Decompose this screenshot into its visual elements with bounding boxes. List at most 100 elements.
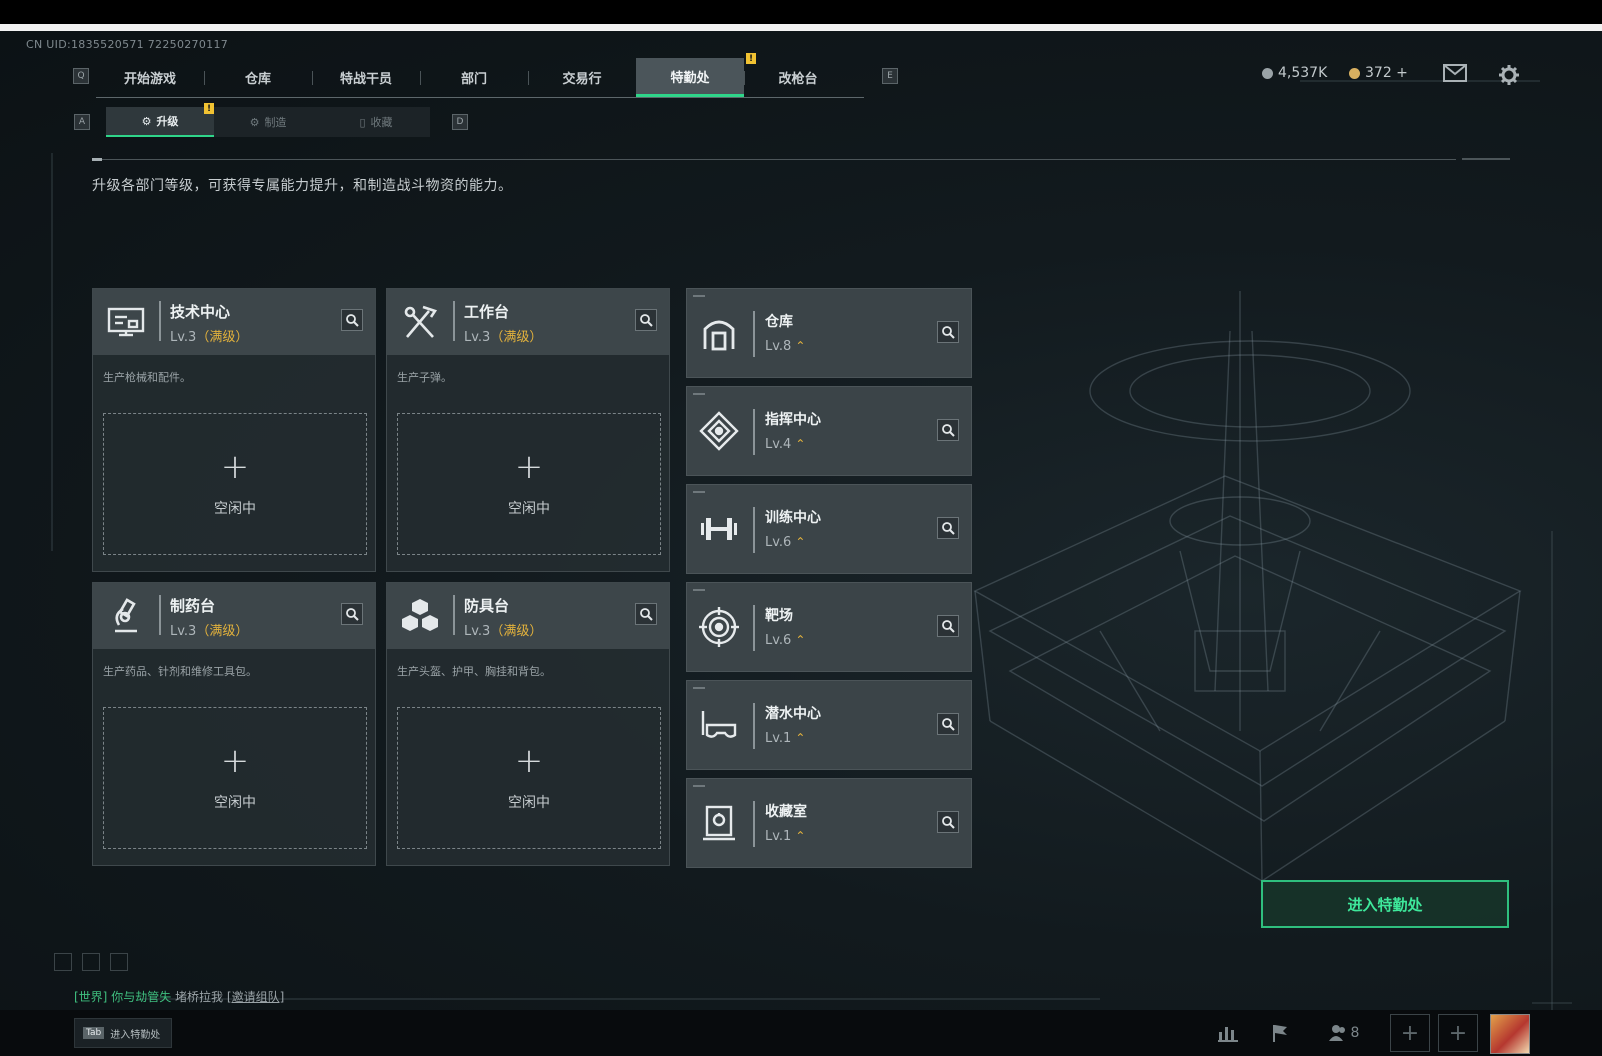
search-icon[interactable]: [937, 713, 959, 735]
add-slot-button[interactable]: +: [1438, 1014, 1478, 1052]
facility-title: 仓库: [765, 314, 793, 330]
plus-icon: +: [220, 741, 250, 781]
tab-gunsmith[interactable]: 改枪台: [744, 58, 852, 97]
facility-level: Lv.4 ⌃: [765, 437, 806, 452]
monitor-icon: [105, 301, 147, 343]
search-icon[interactable]: [937, 321, 959, 343]
main-tab-bar: 开始游戏 仓库 特战干员 部门 交易行 特勤处 改枪台: [96, 58, 864, 98]
idle-slot[interactable]: + 空闲中: [103, 707, 367, 849]
search-icon[interactable]: [937, 615, 959, 637]
upgrade-arrow-icon: ⌃: [795, 535, 806, 549]
subtab-upgrade-label: 升级: [156, 115, 179, 128]
search-icon[interactable]: [937, 517, 959, 539]
card-header: 工作台 Lv.3（满级）: [387, 289, 669, 355]
facility-level: Lv.6 ⌃: [765, 633, 806, 648]
target-icon: [699, 607, 739, 647]
tab-start-game[interactable]: 开始游戏: [96, 58, 204, 97]
facility-training-center[interactable]: 训练中心 Lv.6 ⌃: [686, 484, 972, 574]
tab-special-ops[interactable]: 特勤处: [636, 58, 744, 97]
facility-separator: [753, 801, 755, 847]
facility-separator: [753, 605, 755, 651]
subtab-collect-label: 收藏: [370, 116, 393, 129]
friends-icon: [1328, 1025, 1345, 1041]
corner-tick: [693, 393, 705, 395]
armor-icon: [399, 595, 441, 637]
currency-silver[interactable]: 4,537K: [1262, 65, 1327, 81]
mail-icon[interactable]: [1443, 64, 1467, 87]
slot-square: [54, 953, 72, 971]
next-tab-key[interactable]: E: [882, 68, 898, 84]
idle-slot[interactable]: + 空闲中: [397, 413, 661, 555]
next-subtab-key[interactable]: D: [452, 114, 468, 130]
search-icon[interactable]: [341, 309, 363, 331]
facility-diving-center[interactable]: 潜水中心 Lv.1 ⌃: [686, 680, 972, 770]
tab-alert-badge: !: [746, 53, 756, 64]
facility-title: 训练中心: [765, 510, 821, 526]
card-separator: [453, 595, 455, 635]
currency-gold[interactable]: 372 +: [1349, 65, 1408, 81]
invite-team-link[interactable]: [邀请组队]: [227, 990, 284, 1004]
card-title: 工作台: [464, 303, 510, 321]
page-description: 升级各部门等级，可获得专属能力提升，和制造战斗物资的能力。: [92, 178, 513, 194]
corner-tick: [693, 589, 705, 591]
prev-subtab-key[interactable]: A: [74, 114, 90, 130]
chat-message: 堵桥拉我: [175, 990, 224, 1004]
max-level-tag: （满级）: [196, 624, 249, 639]
card-title: 制药台: [170, 597, 216, 615]
tab-warehouse[interactable]: 仓库: [204, 58, 312, 97]
chat-sender[interactable]: 你与劫管失: [111, 990, 171, 1004]
search-icon[interactable]: [937, 419, 959, 441]
facility-title: 收藏室: [765, 804, 807, 820]
card-separator: [159, 595, 161, 635]
stats-icon[interactable]: [1213, 1020, 1243, 1046]
prev-tab-key[interactable]: Q: [73, 68, 89, 84]
tab-departments[interactable]: 部门: [420, 58, 528, 97]
card-tech-center: 技术中心 Lv.3（满级） 生产枪械和配件。 + 空闲中: [92, 288, 376, 572]
facility-warehouse[interactable]: 仓库 Lv.8 ⌃: [686, 288, 972, 378]
max-level-tag: （满级）: [196, 330, 249, 345]
facility-command-center[interactable]: 指挥中心 Lv.4 ⌃: [686, 386, 972, 476]
avatar[interactable]: [1490, 1014, 1530, 1054]
search-icon[interactable]: [937, 811, 959, 833]
enter-special-ops-button[interactable]: 进入特勤处: [1261, 880, 1509, 928]
card-workbench: 工作台 Lv.3（满级） 生产子弹。 + 空闲中: [386, 288, 670, 572]
facility-shooting-range[interactable]: 靶场 Lv.6 ⌃: [686, 582, 972, 672]
card-level: Lv.3（满级）: [170, 624, 249, 639]
idle-slot[interactable]: + 空闲中: [103, 413, 367, 555]
command-icon: [699, 411, 739, 451]
diving-icon: [699, 705, 739, 745]
search-icon[interactable]: [635, 603, 657, 625]
sub-tab-bar: ⚙ 升级 ⚙ 制造 ▯ 收藏: [106, 107, 430, 137]
upgrade-arrow-icon: ⌃: [795, 829, 806, 843]
slot-square: [82, 953, 100, 971]
idle-slot[interactable]: + 空闲中: [397, 707, 661, 849]
flag-icon[interactable]: [1265, 1020, 1295, 1046]
gear-icon[interactable]: [1498, 64, 1520, 91]
tab-trading[interactable]: 交易行: [528, 58, 636, 97]
facility-title: 靶场: [765, 608, 793, 624]
corner-tick: [693, 491, 705, 493]
facility-level: Lv.1 ⌃: [765, 731, 806, 746]
upgrade-arrow-icon: ⌃: [795, 437, 806, 451]
upgrade-arrow-icon: ⌃: [795, 633, 806, 647]
subtab-alert-badge: !: [204, 103, 214, 114]
upgrade-arrow-icon: ⌃: [795, 339, 806, 353]
add-slot-button[interactable]: +: [1390, 1014, 1430, 1052]
search-icon[interactable]: [341, 603, 363, 625]
uid-label: CN UID:1835520571 72250270117: [26, 38, 229, 51]
friend-count: 8: [1350, 1025, 1360, 1041]
subtab-upgrade[interactable]: ⚙ 升级: [106, 107, 214, 137]
facility-collection-room[interactable]: 收藏室 Lv.1 ⌃: [686, 778, 972, 868]
subtab-craft[interactable]: ⚙ 制造: [214, 107, 322, 137]
facility-separator: [753, 703, 755, 749]
facility-level: Lv.6 ⌃: [765, 535, 806, 550]
search-icon[interactable]: [635, 309, 657, 331]
tab-operators[interactable]: 特战干员: [312, 58, 420, 97]
tab-hint-button[interactable]: Tab 进入特勤处: [74, 1018, 172, 1048]
tab-hint-label: 进入特勤处: [110, 1029, 161, 1041]
corner-tick: [693, 785, 705, 787]
subtab-collect[interactable]: ▯ 收藏: [322, 107, 430, 137]
facility-level: Lv.1 ⌃: [765, 829, 806, 844]
tools-icon: [399, 301, 441, 343]
friends-button[interactable]: 8: [1324, 1020, 1364, 1046]
